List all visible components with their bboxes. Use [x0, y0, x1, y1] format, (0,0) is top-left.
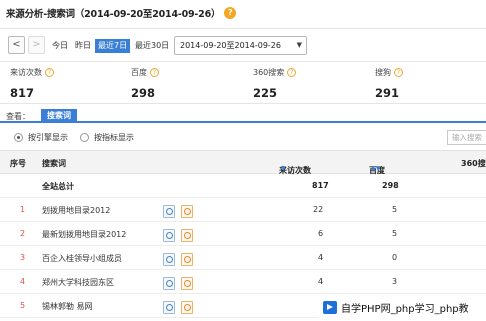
radio-checked-icon [14, 133, 23, 142]
radio-by-metric[interactable]: 按指标显示 [80, 132, 134, 143]
sort-icon: ▲▼ [371, 165, 381, 172]
stat-value: 298 [131, 86, 156, 100]
page-title-text: 来源分析-搜索词（2014-09-20至2014-09-26） [6, 9, 221, 20]
play-logo-icon [323, 301, 337, 314]
total-baidu: 298 [382, 181, 399, 190]
header-keyword: 搜索词 [42, 159, 66, 168]
range-yesterday[interactable]: 昨日 [75, 39, 91, 53]
date-range-value: 2014-09-20至2014-09-26 [180, 41, 281, 50]
row-index: 3 [20, 253, 26, 262]
site-watermark: 自学PHP网_php学习_php教 [318, 294, 486, 321]
summary-stats: 来访次数? 817 百度? 298 360搜索? 225 搜狗? 291 [0, 64, 486, 104]
page-title: 来源分析-搜索词（2014-09-20至2014-09-26） ? [6, 6, 237, 20]
row-keyword: 划拨用地目录2012 [42, 206, 111, 215]
stat-label: 百度 [131, 68, 147, 77]
radio-label: 按引擎显示 [28, 133, 68, 142]
stat-value: 291 [375, 86, 400, 100]
total-label: 全站总计 [42, 182, 74, 191]
stat-sogou: 搜狗? 291 [375, 67, 403, 100]
trend-icon[interactable] [181, 301, 193, 314]
trend-icon[interactable] [181, 205, 193, 218]
chevron-down-icon: ▼ [296, 41, 302, 49]
search-detail-icon[interactable] [163, 301, 175, 314]
stat-visits: 来访次数? 817 [10, 67, 54, 100]
row-baidu: 0 [392, 253, 398, 262]
search-detail-icon[interactable] [163, 229, 175, 242]
stat-label: 搜狗 [375, 68, 391, 77]
header-index: 序号 [10, 159, 26, 168]
stat-360: 360搜索? 225 [253, 67, 297, 100]
watermark-text: 自学PHP网_php学习_php教 [341, 304, 469, 315]
row-index: 1 [20, 205, 26, 214]
date-range-select[interactable]: 2014-09-20至2014-09-26 ▼ [174, 36, 307, 55]
help-icon[interactable]: ? [45, 68, 54, 77]
row-baidu: 3 [392, 277, 398, 286]
search-detail-icon[interactable] [163, 205, 175, 218]
view-label: 查看： [6, 112, 30, 121]
row-visits: 6 [318, 229, 324, 238]
row-keyword: 最新划拨用地目录2012 [42, 230, 127, 239]
sort-desc-icon: ▼ [281, 165, 286, 172]
trend-icon[interactable] [181, 229, 193, 242]
next-period-button[interactable]: > [28, 36, 45, 54]
view-tabs: 查看： 搜索词 [0, 109, 486, 123]
table-row: 3 百企入桂领导小组成员 4 0 [0, 246, 486, 270]
trend-icon[interactable] [181, 277, 193, 290]
row-keyword: 百企入桂领导小组成员 [42, 254, 122, 263]
row-keyword: 锡林郭勒 易网 [42, 302, 93, 311]
stat-label: 来访次数 [10, 68, 42, 77]
row-visits: 4 [318, 253, 324, 262]
table-header: 序号 搜索词 来访次数 ▼ 百度 ▲▼ 360搜 [0, 150, 486, 175]
stat-baidu: 百度? 298 [131, 67, 159, 100]
help-icon[interactable]: ? [224, 7, 237, 19]
stat-value: 817 [10, 86, 35, 100]
table-row: 2 最新划拨用地目录2012 6 5 [0, 222, 486, 246]
tab-search-terms[interactable]: 搜索词 [41, 109, 77, 123]
prev-period-button[interactable]: < [8, 36, 25, 54]
search-detail-icon[interactable] [163, 253, 175, 266]
stat-label: 360搜索 [253, 68, 285, 77]
row-keyword: 郑州大学科技园东区 [42, 278, 114, 287]
range-last-30-days[interactable]: 最近30日 [135, 39, 169, 53]
range-today[interactable]: 今日 [52, 39, 68, 53]
search-input[interactable]: 输入搜索 [447, 130, 486, 145]
display-mode-row: 按引擎显示 按指标显示 输入搜索 [0, 130, 486, 146]
table-row-total: 全站总计 817 298 [0, 174, 486, 198]
help-icon[interactable]: ? [287, 68, 297, 77]
row-visits: 4 [318, 277, 324, 286]
help-icon[interactable]: ? [394, 68, 403, 77]
row-baidu: 5 [392, 205, 398, 214]
radio-unchecked-icon [80, 133, 89, 142]
help-icon[interactable]: ? [150, 68, 159, 77]
trend-icon[interactable] [181, 253, 193, 266]
date-toolbar: < > 今日 昨日 最近7日 最近30日 2014-09-20至2014-09-… [0, 28, 486, 62]
row-visits: 22 [313, 205, 324, 214]
table-row: 1 划拨用地目录2012 22 5 [0, 198, 486, 222]
table-row: 4 郑州大学科技园东区 4 3 [0, 270, 486, 294]
row-baidu: 5 [392, 229, 398, 238]
range-last-7-days[interactable]: 最近7日 [95, 39, 131, 53]
row-index: 4 [20, 277, 26, 286]
radio-by-engine[interactable]: 按引擎显示 [14, 132, 68, 143]
row-index: 2 [20, 229, 26, 238]
row-index: 5 [20, 301, 26, 310]
search-detail-icon[interactable] [163, 277, 175, 290]
radio-label: 按指标显示 [94, 133, 134, 142]
stat-value: 225 [253, 86, 278, 100]
header-360[interactable]: 360搜 [461, 158, 486, 169]
total-visits: 817 [312, 181, 329, 190]
